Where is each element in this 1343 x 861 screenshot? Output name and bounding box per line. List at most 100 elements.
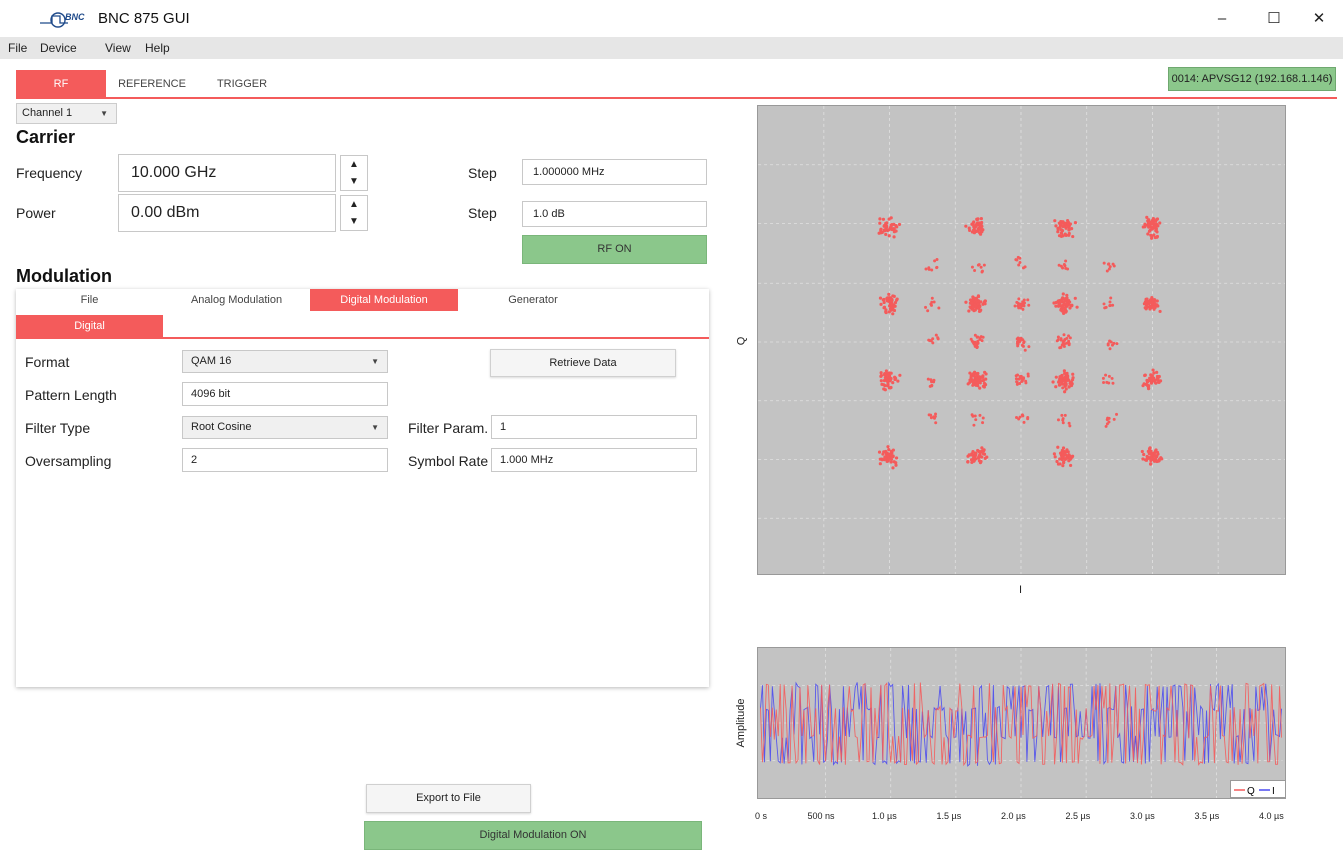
constellation-point — [1063, 303, 1067, 307]
menu-view[interactable]: View — [105, 41, 131, 55]
constellation-point — [972, 423, 976, 427]
constellation-point — [1150, 222, 1155, 226]
tab-file[interactable]: File — [16, 289, 163, 311]
constellation-point — [1102, 381, 1106, 385]
constellation-point — [1062, 369, 1066, 373]
arrow-up-icon[interactable]: ▲ — [341, 196, 367, 213]
tab-trigger[interactable]: TRIGGER — [206, 70, 278, 98]
format-select-value: QAM 16 — [191, 355, 232, 367]
constellation-point — [892, 235, 896, 239]
constellation-point — [1101, 376, 1105, 380]
frequency-input[interactable]: 10.000 GHz — [118, 154, 336, 192]
constellation-point — [1059, 222, 1063, 226]
rf-on-button[interactable]: RF ON — [522, 235, 707, 264]
constellation-point — [1156, 377, 1160, 381]
close-button[interactable]: ✕ — [1296, 6, 1342, 32]
constellation-point — [1156, 224, 1160, 228]
constellation-point — [884, 310, 888, 315]
arrow-down-icon[interactable]: ▼ — [341, 173, 367, 190]
power-stepper[interactable]: ▲ ▼ — [340, 195, 368, 231]
minimize-button[interactable]: – — [1199, 6, 1245, 32]
constellation-point — [1158, 221, 1162, 225]
constellation-point — [929, 378, 933, 382]
constellation-point — [935, 257, 939, 261]
constellation-point — [1013, 304, 1017, 308]
symbol-rate-input[interactable]: 1.000 MHz — [491, 448, 697, 472]
x-tick-label: 1.0 µs — [872, 811, 897, 821]
tab-underline — [16, 97, 1337, 99]
constellation-point — [886, 445, 890, 449]
constellation-point — [1022, 341, 1026, 345]
constellation-point — [967, 309, 971, 313]
channel-select[interactable]: Channel 1 ▼ — [16, 103, 117, 124]
power-input[interactable]: 0.00 dBm — [118, 194, 336, 232]
tab-digital-modulation[interactable]: Digital Modulation — [310, 289, 458, 311]
constellation-point — [1155, 459, 1159, 464]
constellation-point — [1155, 234, 1159, 239]
power-step-input[interactable]: 1.0 dB — [522, 201, 707, 227]
constellation-point — [892, 308, 897, 313]
constellation-point — [977, 263, 981, 267]
subtab-digital[interactable]: Digital — [16, 315, 163, 337]
constellation-point — [1027, 303, 1031, 307]
constellation-point — [1073, 221, 1078, 225]
menu-device[interactable]: Device — [40, 41, 77, 55]
constellation-point — [974, 383, 978, 387]
digital-modulation-on-button[interactable]: Digital Modulation ON — [364, 821, 702, 850]
pattern-length-input[interactable]: 4096 bit — [182, 382, 388, 406]
oversampling-input[interactable]: 2 — [182, 448, 388, 472]
format-select[interactable]: QAM 16 ▼ — [182, 350, 388, 373]
constellation-point — [978, 232, 983, 236]
x-tick-label: 4.0 µs — [1259, 811, 1284, 821]
constellation-point — [882, 373, 887, 377]
constellation-point — [1054, 385, 1058, 389]
x-tick-label: 2.0 µs — [1001, 811, 1026, 821]
menu-file[interactable]: File — [8, 41, 27, 55]
constellation-point — [981, 335, 985, 339]
constellation-point — [891, 312, 895, 316]
legend-i-label: I — [1272, 786, 1275, 797]
constellation-point — [1066, 222, 1070, 226]
constellation-point — [889, 449, 893, 453]
constellation-point — [891, 466, 895, 470]
power-step-label: Step — [468, 205, 497, 221]
arrow-down-icon[interactable]: ▼ — [341, 213, 367, 230]
constellation-point — [926, 309, 930, 313]
constellation-point — [1105, 422, 1109, 426]
menu-help[interactable]: Help — [145, 41, 170, 55]
constellation-point — [932, 300, 936, 304]
constellation-point — [892, 294, 896, 298]
maximize-button[interactable]: ☐ — [1251, 6, 1297, 32]
constellation-point — [979, 300, 983, 304]
constellation-point — [1115, 342, 1119, 346]
constellation-point — [1153, 305, 1157, 310]
constellation-point — [976, 339, 980, 343]
filter-param-input[interactable]: 1 — [491, 415, 697, 439]
tab-analog-modulation[interactable]: Analog Modulation — [163, 289, 310, 311]
constellation-point — [972, 224, 976, 229]
legend-swatches: Q I — [1234, 786, 1275, 797]
tab-generator[interactable]: Generator — [458, 289, 608, 311]
constellation-point — [1056, 445, 1060, 449]
export-to-file-button[interactable]: Export to File — [366, 784, 531, 813]
filter-type-select[interactable]: Root Cosine ▼ — [182, 416, 388, 439]
constellation-point — [887, 234, 891, 238]
frequency-step-input[interactable]: 1.000000 MHz — [522, 159, 707, 185]
constellation-point — [890, 306, 895, 310]
constellation-point — [1143, 373, 1147, 378]
frequency-stepper[interactable]: ▲ ▼ — [340, 155, 368, 191]
chart-legend: Q I — [1230, 780, 1286, 798]
constellation-point — [879, 379, 883, 383]
device-badge[interactable]: 0014: APVSG12 (192.168.1.146) — [1168, 67, 1336, 91]
retrieve-data-button[interactable]: Retrieve Data — [490, 349, 676, 377]
arrow-up-icon[interactable]: ▲ — [341, 156, 367, 173]
constellation-point — [1111, 303, 1115, 307]
tab-reference[interactable]: REFERENCE — [110, 70, 194, 98]
constellation-point — [1017, 263, 1021, 267]
constellation-point — [1018, 337, 1022, 341]
tab-rf[interactable]: RF — [16, 70, 106, 98]
constellation-point — [1068, 382, 1072, 386]
constellation-point — [1058, 346, 1062, 350]
constellation-point — [977, 375, 981, 379]
constellation-point — [1053, 219, 1057, 223]
